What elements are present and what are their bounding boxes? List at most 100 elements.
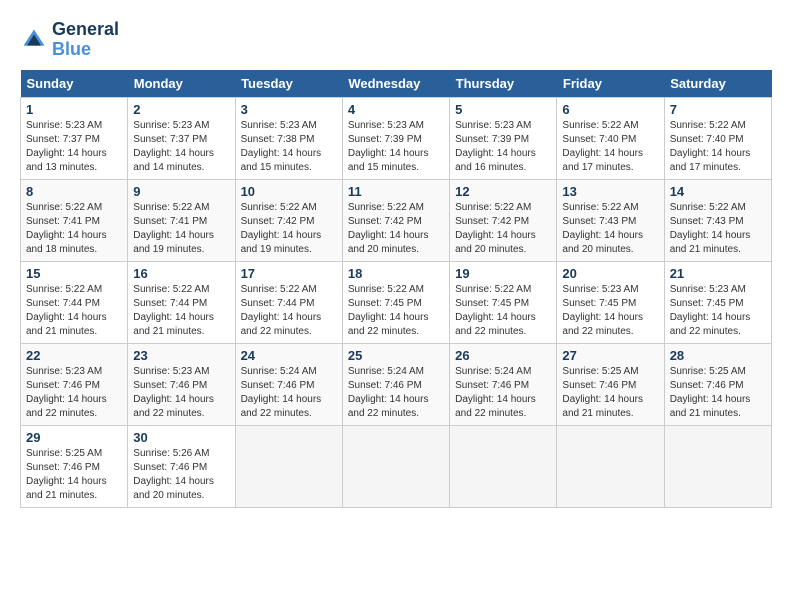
day-info: Sunrise: 5:24 AM Sunset: 7:46 PM Dayligh… — [348, 365, 444, 421]
col-header-wednesday: Wednesday — [342, 70, 449, 98]
day-cell-3: 3 Sunrise: 5:23 AM Sunset: 7:38 PM Daylig… — [235, 97, 342, 179]
logo: General Blue — [20, 20, 119, 60]
day-number: 10 — [241, 184, 337, 199]
day-number: 9 — [133, 184, 229, 199]
col-header-monday: Monday — [128, 70, 235, 98]
day-info: Sunrise: 5:22 AM Sunset: 7:44 PM Dayligh… — [26, 283, 122, 339]
col-header-thursday: Thursday — [450, 70, 557, 98]
day-cell-25: 25 Sunrise: 5:24 AM Sunset: 7:46 PM Dayli… — [342, 343, 449, 425]
day-info: Sunrise: 5:25 AM Sunset: 7:46 PM Dayligh… — [562, 365, 658, 421]
day-number: 14 — [670, 184, 766, 199]
day-number: 26 — [455, 348, 551, 363]
day-info: Sunrise: 5:26 AM Sunset: 7:46 PM Dayligh… — [133, 447, 229, 503]
day-number: 13 — [562, 184, 658, 199]
day-info: Sunrise: 5:23 AM Sunset: 7:45 PM Dayligh… — [562, 283, 658, 339]
day-cell-8: 8 Sunrise: 5:22 AM Sunset: 7:41 PM Daylig… — [21, 179, 128, 261]
day-cell-28: 28 Sunrise: 5:25 AM Sunset: 7:46 PM Dayli… — [664, 343, 771, 425]
day-info: Sunrise: 5:22 AM Sunset: 7:41 PM Dayligh… — [133, 201, 229, 257]
logo-text: General Blue — [52, 20, 119, 60]
day-info: Sunrise: 5:23 AM Sunset: 7:45 PM Dayligh… — [670, 283, 766, 339]
empty-cell — [342, 425, 449, 507]
day-cell-20: 20 Sunrise: 5:23 AM Sunset: 7:45 PM Dayli… — [557, 261, 664, 343]
day-number: 23 — [133, 348, 229, 363]
day-info: Sunrise: 5:23 AM Sunset: 7:37 PM Dayligh… — [133, 119, 229, 175]
day-number: 27 — [562, 348, 658, 363]
day-number: 6 — [562, 102, 658, 117]
day-cell-14: 14 Sunrise: 5:22 AM Sunset: 7:43 PM Dayli… — [664, 179, 771, 261]
day-info: Sunrise: 5:23 AM Sunset: 7:39 PM Dayligh… — [348, 119, 444, 175]
day-cell-29: 29 Sunrise: 5:25 AM Sunset: 7:46 PM Dayli… — [21, 425, 128, 507]
day-number: 30 — [133, 430, 229, 445]
day-cell-24: 24 Sunrise: 5:24 AM Sunset: 7:46 PM Dayli… — [235, 343, 342, 425]
day-info: Sunrise: 5:24 AM Sunset: 7:46 PM Dayligh… — [241, 365, 337, 421]
day-number: 7 — [670, 102, 766, 117]
day-number: 24 — [241, 348, 337, 363]
week-row-4: 22Sunrise: 5:23 AM Sunset: 7:46 PM Dayli… — [21, 343, 772, 425]
col-header-friday: Friday — [557, 70, 664, 98]
day-info: Sunrise: 5:25 AM Sunset: 7:46 PM Dayligh… — [26, 447, 122, 503]
day-cell-4: 4Sunrise: 5:23 AM Sunset: 7:39 PM Daylig… — [342, 97, 449, 179]
day-number: 28 — [670, 348, 766, 363]
day-info: Sunrise: 5:22 AM Sunset: 7:41 PM Dayligh… — [26, 201, 122, 257]
day-cell-9: 9 Sunrise: 5:22 AM Sunset: 7:41 PM Daylig… — [128, 179, 235, 261]
day-cell-22: 22Sunrise: 5:23 AM Sunset: 7:46 PM Dayli… — [21, 343, 128, 425]
day-info: Sunrise: 5:23 AM Sunset: 7:46 PM Dayligh… — [133, 365, 229, 421]
week-row-2: 8 Sunrise: 5:22 AM Sunset: 7:41 PM Daylig… — [21, 179, 772, 261]
col-header-saturday: Saturday — [664, 70, 771, 98]
empty-cell — [235, 425, 342, 507]
day-info: Sunrise: 5:22 AM Sunset: 7:40 PM Dayligh… — [562, 119, 658, 175]
day-info: Sunrise: 5:23 AM Sunset: 7:39 PM Dayligh… — [455, 119, 551, 175]
day-number: 1 — [26, 102, 122, 117]
empty-cell — [664, 425, 771, 507]
day-info: Sunrise: 5:23 AM Sunset: 7:46 PM Dayligh… — [26, 365, 122, 421]
day-cell-23: 23 Sunrise: 5:23 AM Sunset: 7:46 PM Dayli… — [128, 343, 235, 425]
day-number: 15 — [26, 266, 122, 281]
day-number: 18 — [348, 266, 444, 281]
day-info: Sunrise: 5:23 AM Sunset: 7:38 PM Dayligh… — [241, 119, 337, 175]
day-cell-16: 16 Sunrise: 5:22 AM Sunset: 7:44 PM Dayli… — [128, 261, 235, 343]
day-info: Sunrise: 5:22 AM Sunset: 7:43 PM Dayligh… — [562, 201, 658, 257]
day-number: 2 — [133, 102, 229, 117]
day-number: 16 — [133, 266, 229, 281]
day-number: 20 — [562, 266, 658, 281]
day-cell-12: 12Sunrise: 5:22 AM Sunset: 7:42 PM Dayli… — [450, 179, 557, 261]
day-info: Sunrise: 5:25 AM Sunset: 7:46 PM Dayligh… — [670, 365, 766, 421]
day-cell-18: 18Sunrise: 5:22 AM Sunset: 7:45 PM Dayli… — [342, 261, 449, 343]
day-cell-10: 10 Sunrise: 5:22 AM Sunset: 7:42 PM Dayli… — [235, 179, 342, 261]
day-cell-7: 7Sunrise: 5:22 AM Sunset: 7:40 PM Daylig… — [664, 97, 771, 179]
day-info: Sunrise: 5:22 AM Sunset: 7:42 PM Dayligh… — [241, 201, 337, 257]
day-info: Sunrise: 5:22 AM Sunset: 7:44 PM Dayligh… — [133, 283, 229, 339]
day-cell-27: 27 Sunrise: 5:25 AM Sunset: 7:46 PM Dayli… — [557, 343, 664, 425]
day-number: 8 — [26, 184, 122, 199]
calendar-table: SundayMondayTuesdayWednesdayThursdayFrid… — [20, 70, 772, 508]
day-cell-19: 19 Sunrise: 5:22 AM Sunset: 7:45 PM Dayli… — [450, 261, 557, 343]
week-row-5: 29 Sunrise: 5:25 AM Sunset: 7:46 PM Dayli… — [21, 425, 772, 507]
day-number: 25 — [348, 348, 444, 363]
day-cell-17: 17Sunrise: 5:22 AM Sunset: 7:44 PM Dayli… — [235, 261, 342, 343]
day-number: 19 — [455, 266, 551, 281]
day-cell-1: 1Sunrise: 5:23 AM Sunset: 7:37 PM Daylig… — [21, 97, 128, 179]
week-row-1: 1 Sunrise: 5:23 AM Sunset: 7:37 PM Daylig… — [21, 97, 772, 179]
day-info: Sunrise: 5:22 AM Sunset: 7:45 PM Dayligh… — [455, 283, 551, 339]
day-cell-5: 5 Sunrise: 5:23 AM Sunset: 7:39 PM Daylig… — [450, 97, 557, 179]
day-number: 29 — [26, 430, 122, 445]
day-cell-2: 2 Sunrise: 5:23 AM Sunset: 7:37 PM Daylig… — [128, 97, 235, 179]
col-header-sunday: Sunday — [21, 70, 128, 98]
day-number: 12 — [455, 184, 551, 199]
week-row-3: 15 Sunrise: 5:22 AM Sunset: 7:44 PM Dayli… — [21, 261, 772, 343]
day-cell-11: 11 Sunrise: 5:22 AM Sunset: 7:42 PM Dayli… — [342, 179, 449, 261]
day-info: Sunrise: 5:24 AM Sunset: 7:46 PM Dayligh… — [455, 365, 551, 421]
empty-cell — [450, 425, 557, 507]
day-cell-21: 21Sunrise: 5:23 AM Sunset: 7:45 PM Dayli… — [664, 261, 771, 343]
day-number: 11 — [348, 184, 444, 199]
day-cell-30: 30 Sunrise: 5:26 AM Sunset: 7:46 PM Dayli… — [128, 425, 235, 507]
day-number: 5 — [455, 102, 551, 117]
day-info: Sunrise: 5:22 AM Sunset: 7:43 PM Dayligh… — [670, 201, 766, 257]
day-info: Sunrise: 5:22 AM Sunset: 7:42 PM Dayligh… — [348, 201, 444, 257]
header: General Blue — [20, 20, 772, 60]
day-cell-15: 15 Sunrise: 5:22 AM Sunset: 7:44 PM Dayli… — [21, 261, 128, 343]
day-cell-26: 26 Sunrise: 5:24 AM Sunset: 7:46 PM Dayli… — [450, 343, 557, 425]
empty-cell — [557, 425, 664, 507]
logo-icon — [20, 26, 48, 54]
day-number: 3 — [241, 102, 337, 117]
